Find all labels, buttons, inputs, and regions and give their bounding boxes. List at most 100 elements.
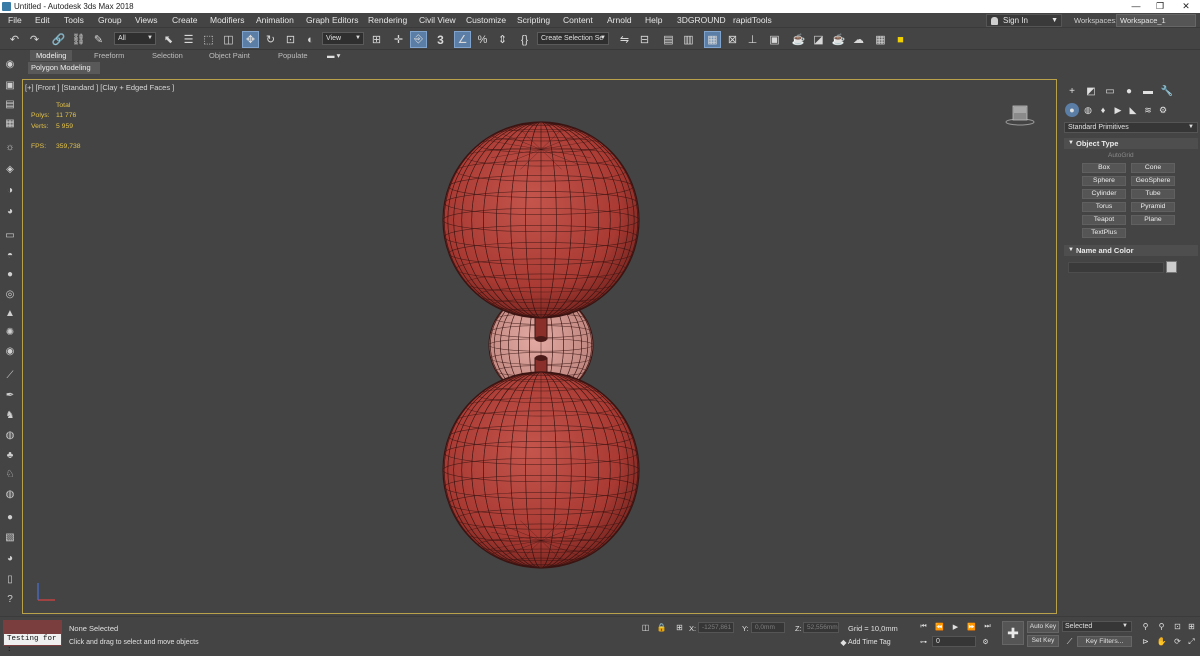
edit-named-selection-icon[interactable]: {} xyxy=(516,31,533,48)
render-production-icon[interactable]: ☕ xyxy=(830,31,847,48)
toggle-ribbon-icon[interactable]: ▦ xyxy=(704,31,721,48)
camera-icon[interactable]: ◑ xyxy=(3,183,17,197)
modifier-stack-icon[interactable]: ▧ xyxy=(3,530,17,544)
material-sphere-icon[interactable]: ● xyxy=(3,510,17,524)
isolate-icon[interactable]: ◫ xyxy=(640,622,651,633)
key-mode-select[interactable]: Selected ▼ xyxy=(1062,621,1132,632)
menu-help[interactable]: Help xyxy=(645,15,662,25)
close-button[interactable]: ✕ xyxy=(1174,0,1198,13)
minimize-button[interactable]: — xyxy=(1124,0,1148,13)
dropper-icon[interactable]: ✒ xyxy=(3,388,17,402)
key-filters-button[interactable]: Key Filters... xyxy=(1077,636,1132,647)
play-icon[interactable]: ▶ xyxy=(950,621,961,632)
ref-coord-select[interactable]: View ▼ xyxy=(322,32,364,45)
ribbon-options-icon[interactable]: ▬ ▾ xyxy=(327,51,340,60)
menu-create[interactable]: Create xyxy=(172,15,198,25)
field-of-view-icon[interactable]: ⊳ xyxy=(1140,636,1151,647)
place-icon[interactable]: ◐ xyxy=(302,31,319,48)
hierarchy-panel-icon[interactable]: ▭ xyxy=(1102,84,1118,98)
window-crossing-icon[interactable]: ◫ xyxy=(220,31,237,48)
current-frame-input[interactable]: 0 xyxy=(932,636,976,647)
unlink-icon[interactable]: ⛓ xyxy=(70,31,87,48)
globe-icon[interactable]: ◍ xyxy=(3,428,17,442)
box-button[interactable]: Box xyxy=(1082,163,1126,173)
goto-start-icon[interactable]: ⏮ xyxy=(918,621,929,632)
scene-explorer-icon[interactable]: ▣ xyxy=(3,78,17,92)
cylinder-button[interactable]: Cylinder xyxy=(1082,189,1126,199)
animal-icon[interactable]: ♘ xyxy=(3,467,17,481)
undo-icon[interactable]: ↶ xyxy=(6,31,23,48)
viewport-front[interactable]: [+] [Front ] [Standard ] [Clay + Edged F… xyxy=(22,79,1057,614)
mirror-icon[interactable]: ⇋ xyxy=(616,31,633,48)
next-frame-icon[interactable]: ⏩ xyxy=(966,621,977,632)
x-coord-input[interactable]: -1257,861 xyxy=(698,622,734,633)
viewport-layout-icon[interactable]: ◉ xyxy=(3,57,17,71)
create-panel-icon[interactable]: + xyxy=(1064,84,1080,98)
select-object-icon[interactable]: ⬉ xyxy=(160,31,177,48)
tube-button[interactable]: Tube xyxy=(1131,189,1175,199)
workspace-select[interactable]: Workspace_1 xyxy=(1116,14,1196,27)
snaps-toggle-icon[interactable]: 3 xyxy=(432,31,449,48)
menu-file[interactable]: File xyxy=(8,15,22,25)
shader-icon[interactable]: ◕ xyxy=(3,551,17,565)
default-in-out-icon[interactable]: ⟋ xyxy=(1064,636,1075,647)
select-manipulate-icon[interactable]: ✛ xyxy=(390,31,407,48)
viewport-label[interactable]: [+] [Front ] [Standard ] [Clay + Edged F… xyxy=(25,83,174,92)
tab-object-paint[interactable]: Object Paint xyxy=(209,51,250,60)
menu-rapidtools[interactable]: rapidTools xyxy=(733,15,772,25)
tab-modeling[interactable]: Modeling xyxy=(30,50,73,61)
box-icon[interactable]: ▭ xyxy=(3,228,17,242)
menu-3dground[interactable]: 3DGROUND xyxy=(677,15,726,25)
menu-group[interactable]: Group xyxy=(98,15,122,25)
primitive-category-select[interactable]: Standard Primitives ▼ xyxy=(1064,122,1198,133)
orbit-icon[interactable]: ⟳ xyxy=(1172,636,1183,647)
layer-icon[interactable]: ▤ xyxy=(3,97,17,111)
menu-modifiers[interactable]: Modifiers xyxy=(210,15,244,25)
sun-icon[interactable]: ✺ xyxy=(3,325,17,339)
autogrid-checkbox[interactable]: AutoGrid xyxy=(1108,152,1134,159)
viewcube[interactable] xyxy=(1005,102,1035,128)
rect-selection-icon[interactable]: ⬚ xyxy=(200,31,217,48)
object-name-input[interactable] xyxy=(1068,262,1164,273)
texture-icon[interactable]: ◍ xyxy=(3,487,17,501)
menu-content[interactable]: Content xyxy=(563,15,593,25)
help-icon[interactable]: ? xyxy=(3,592,17,606)
selection-filter-select[interactable]: All ▼ xyxy=(114,32,156,45)
maximize-button[interactable]: ❐ xyxy=(1148,0,1172,13)
key-mode-icon[interactable]: ⊶ xyxy=(918,636,929,647)
select-move-icon[interactable]: ✥ xyxy=(242,31,259,48)
display-panel-icon[interactable]: ▬ xyxy=(1140,84,1156,98)
menu-tools[interactable]: Tools xyxy=(64,15,84,25)
ribbon-polygon-modeling[interactable]: Polygon Modeling xyxy=(28,62,100,74)
sphere-button[interactable]: Sphere xyxy=(1082,176,1126,186)
tab-selection[interactable]: Selection xyxy=(152,51,183,60)
menu-graph-editors[interactable]: Graph Editors xyxy=(306,15,358,25)
light-icon[interactable]: ☼ xyxy=(3,140,17,154)
textplus-button[interactable]: TextPlus xyxy=(1082,228,1126,238)
modify-panel-icon[interactable]: ◩ xyxy=(1083,84,1099,98)
geosphere-button[interactable]: GeoSphere xyxy=(1131,176,1175,186)
render-icon[interactable]: ◕ xyxy=(3,204,17,218)
dome-icon[interactable]: ◓ xyxy=(3,248,17,262)
keyboard-shortcut-icon[interactable]: ⎆ xyxy=(410,31,427,48)
torus-button[interactable]: Torus xyxy=(1082,202,1126,212)
toggle-layer-explorer-icon[interactable]: ▥ xyxy=(680,31,697,48)
spacewarps-icon[interactable]: ≋ xyxy=(1141,103,1155,117)
menu-civil-view[interactable]: Civil View xyxy=(419,15,456,25)
cone-icon[interactable]: ▲ xyxy=(3,306,17,320)
menu-views[interactable]: Views xyxy=(135,15,158,25)
y-coord-input[interactable]: 0,0mm xyxy=(751,622,785,633)
object-color-swatch[interactable] xyxy=(1166,261,1177,273)
link-icon[interactable]: 🔗 xyxy=(50,31,67,48)
time-config-icon[interactable]: ⚙ xyxy=(980,636,991,647)
menu-arnold[interactable]: Arnold xyxy=(607,15,632,25)
zoom-extents-icon[interactable]: ⊡ xyxy=(1172,621,1183,632)
percent-snap-icon[interactable]: % xyxy=(474,31,491,48)
named-selection-select[interactable]: Create Selection Se ▼ xyxy=(537,32,609,45)
toggle-scene-explorer-icon[interactable]: ▤ xyxy=(660,31,677,48)
align-icon[interactable]: ⊟ xyxy=(636,31,653,48)
sphere-icon[interactable]: ● xyxy=(3,267,17,281)
rendered-frame-window-icon[interactable]: ◪ xyxy=(810,31,827,48)
select-rotate-icon[interactable]: ↻ xyxy=(262,31,279,48)
redo-icon[interactable]: ↷ xyxy=(26,31,43,48)
